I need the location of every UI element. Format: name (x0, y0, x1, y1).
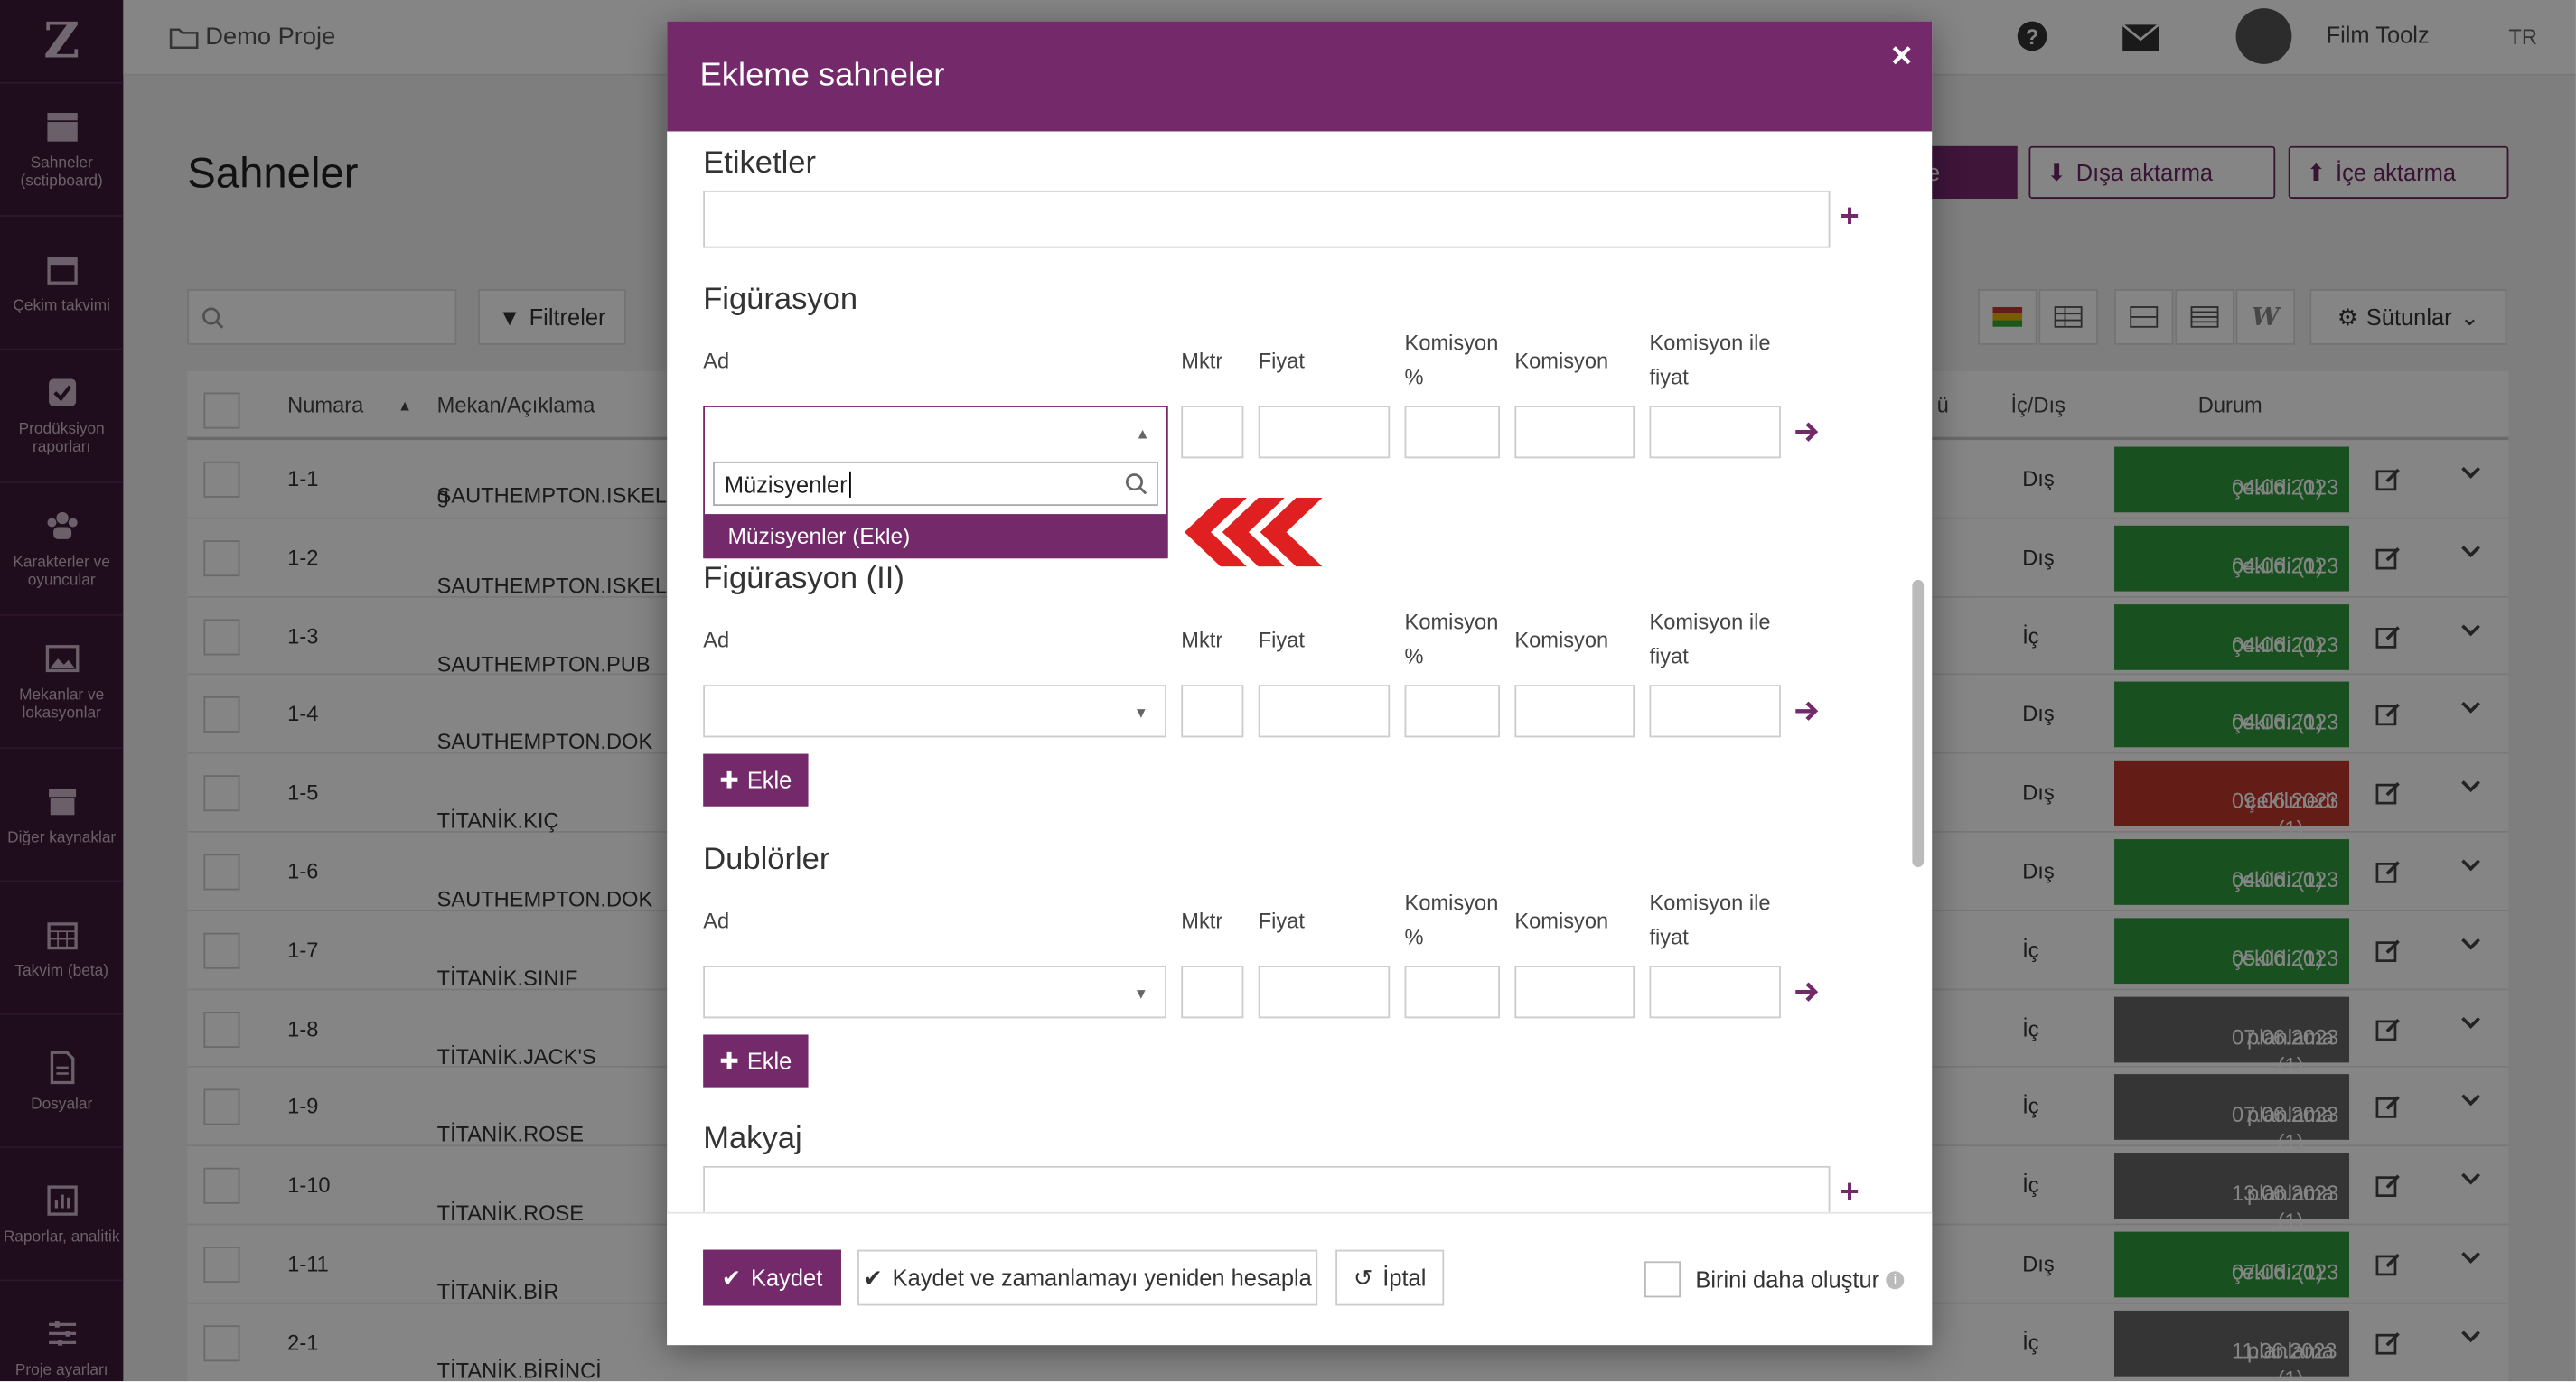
stunts-name-select[interactable]: ▼ (703, 966, 1166, 1019)
extras2-name-select[interactable]: ▼ (703, 685, 1166, 738)
extras-price-input[interactable] (1258, 406, 1391, 459)
extras2-title: Figürasyon (II) (703, 561, 904, 597)
red-double-chevron-left-icon (1184, 497, 1323, 567)
extras2-qty-input[interactable] (1181, 685, 1244, 738)
label-commission-price: Komisyon ile fiyat (1649, 885, 1770, 954)
label-commission-price-b: fiyat (1649, 924, 1689, 949)
arrow-right-icon[interactable] (1794, 698, 1820, 724)
extras2-commission-pct-input[interactable] (1404, 685, 1501, 738)
label-commission-pct: Komisyon% (1405, 325, 1499, 394)
makeup-input[interactable] (703, 1165, 1831, 1212)
extras2-price-input[interactable] (1258, 685, 1391, 738)
label-commission-pct-b: % (1404, 643, 1424, 669)
label-qty: Mktr (1181, 908, 1223, 933)
save-reschedule-label: Kaydet ve zamanlamayı yeniden hesapla (892, 1265, 1312, 1292)
label-qty: Mktr (1181, 627, 1223, 652)
stunts-title: Dublörler (703, 842, 830, 877)
save-button[interactable]: ✔ Kaydet (703, 1249, 841, 1306)
label-price: Fiyat (1258, 348, 1305, 373)
stunts-commission-pct-input[interactable] (1404, 966, 1501, 1019)
label-name: Ad (703, 627, 730, 652)
dropdown-search-value: Müzisyenler (724, 471, 848, 498)
extras2-commission-input[interactable] (1514, 685, 1635, 738)
modal-body: Etiketler + Figürasyon Ad Mktr Fiyat Kom… (667, 131, 1932, 1212)
dropdown-search-input[interactable]: Müzisyenler (713, 461, 1158, 507)
label-qty: Mktr (1181, 348, 1223, 373)
label-commission-pct-a: Komisyon (1404, 890, 1499, 915)
extras-commission-pct-input[interactable] (1404, 406, 1501, 459)
create-another-label: Birini daha oluştur i (1695, 1265, 1905, 1293)
extras-name-select-open[interactable]: ▲ Müzisyenler Müzisyenler (Ekle) (703, 406, 1168, 559)
undo-icon: ↺ (1353, 1264, 1373, 1291)
check-icon: ✔ (863, 1264, 883, 1291)
label-commission-price: Komisyon ile fiyat (1649, 325, 1770, 394)
label-commission: Komisyon (1514, 908, 1609, 933)
check-icon: ✔ (721, 1264, 742, 1291)
label-commission-price-a: Komisyon ile (1649, 890, 1771, 915)
extras-commission-input[interactable] (1514, 406, 1635, 459)
cancel-button[interactable]: ↺ İptal (1335, 1249, 1445, 1306)
create-another-checkbox[interactable] (1644, 1261, 1681, 1298)
arrow-right-icon[interactable] (1794, 419, 1820, 445)
save-reschedule-button[interactable]: ✔ Kaydet ve zamanlamayı yeniden hesapla (857, 1249, 1318, 1306)
label-commission: Komisyon (1514, 627, 1609, 652)
modal-header: Ekleme sahneler × (667, 21, 1933, 132)
save-label: Kaydet (751, 1265, 823, 1292)
modal-footer: ✔ Kaydet ✔ Kaydet ve zamanlamayı yeniden h… (667, 1211, 1933, 1346)
plus-icon: ✚ (719, 766, 739, 793)
label-price: Fiyat (1258, 908, 1305, 933)
search-icon (1125, 473, 1147, 495)
add-stunts-button[interactable]: ✚ Ekle (703, 1034, 809, 1088)
plus-icon: ✚ (719, 1047, 739, 1074)
label-commission-pct: Komisyon% (1405, 885, 1499, 954)
add-extras-button[interactable]: ✚ Ekle (703, 753, 809, 807)
tags-input[interactable] (703, 190, 1831, 248)
create-another-text: Birini daha oluştur (1695, 1265, 1880, 1293)
text-cursor (848, 471, 851, 498)
stunts-commission-price-input[interactable] (1649, 966, 1781, 1019)
extras-commission-price-input[interactable] (1649, 406, 1781, 459)
extras-qty-input[interactable] (1181, 406, 1244, 459)
label-commission-pct-a: Komisyon (1404, 609, 1499, 634)
modal-title: Ekleme sahneler (699, 57, 945, 94)
label-commission-price: Komisyon ile fiyat (1649, 604, 1770, 673)
label-commission-price-b: fiyat (1649, 643, 1689, 669)
modal-scrollbar[interactable] (1912, 579, 1925, 868)
add-scenes-modal: Ekleme sahneler × Etiketler + Figürasyon… (667, 21, 1933, 1346)
label-commission-pct: Komisyon% (1405, 604, 1499, 673)
add-makeup-plus-icon[interactable]: + (1840, 1174, 1859, 1212)
label-commission-price-a: Komisyon ile (1649, 609, 1771, 634)
caret-down-icon: ▼ (1133, 705, 1148, 722)
label-name: Ad (703, 908, 730, 933)
stunts-qty-input[interactable] (1181, 966, 1244, 1019)
close-icon[interactable]: × (1891, 34, 1912, 77)
label-commission-price-a: Komisyon ile (1649, 330, 1771, 355)
makeup-title: Makyaj (703, 1121, 802, 1157)
label-name: Ad (703, 348, 730, 373)
arrow-right-icon[interactable] (1794, 979, 1820, 1005)
tags-title: Etiketler (703, 145, 816, 182)
add-tag-plus-icon[interactable]: + (1840, 199, 1859, 237)
add-label: Ekle (746, 1048, 792, 1075)
stunts-price-input[interactable] (1258, 966, 1391, 1019)
label-price: Fiyat (1258, 627, 1305, 652)
label-commission-pct-a: Komisyon (1404, 330, 1499, 355)
label-commission-pct-b: % (1404, 924, 1424, 949)
label-commission: Komisyon (1514, 348, 1609, 373)
label-commission-pct-b: % (1404, 364, 1424, 389)
label-commission-price-b: fiyat (1649, 364, 1689, 389)
dropdown-option-add[interactable]: Müzisyenler (Ekle) (705, 514, 1166, 559)
extras-title: Figürasyon (703, 282, 858, 317)
add-label: Ekle (746, 767, 792, 794)
extras2-commission-price-input[interactable] (1649, 685, 1781, 738)
info-icon[interactable]: i (1886, 1270, 1905, 1289)
caret-down-icon: ▼ (1133, 985, 1148, 1003)
stunts-commission-input[interactable] (1514, 966, 1635, 1019)
caret-up-icon: ▲ (1135, 425, 1150, 443)
cancel-label: İptal (1382, 1265, 1427, 1292)
